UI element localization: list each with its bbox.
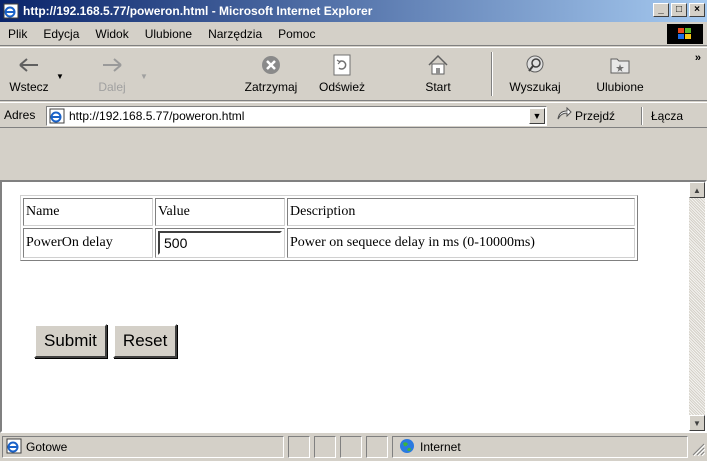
refresh-label: Odśwież (318, 80, 365, 94)
home-label: Start (425, 80, 451, 94)
status-zone-panel: Internet (392, 436, 688, 458)
browser-window: http://192.168.5.77/poweron.html - Micro… (0, 0, 707, 461)
menu-bar: Plik Edycja Widok Ulubione Narzędzia Pom… (0, 22, 707, 46)
window-title: http://192.168.5.77/poweron.html - Micro… (23, 4, 373, 18)
table-row: PowerOn delay Power on sequece delay in … (23, 228, 635, 258)
stop-button[interactable]: Zatrzymaj (228, 50, 314, 100)
table-header-row: Name Value Description (23, 198, 635, 226)
search-icon (522, 53, 548, 77)
status-panel (366, 436, 388, 458)
resize-grip-icon[interactable] (691, 442, 706, 459)
toolbar-more-icon[interactable]: » (695, 52, 701, 64)
maximize-icon: □ (675, 4, 683, 15)
refresh-button[interactable]: Odśwież (314, 50, 370, 100)
home-button[interactable]: Start (416, 50, 460, 100)
address-url[interactable]: http://192.168.5.77/poweron.html (69, 109, 244, 123)
scroll-down-icon[interactable]: ▼ (689, 415, 705, 431)
menu-tools[interactable]: Narzędzia (200, 27, 270, 41)
form-buttons: Submit Reset (34, 324, 183, 358)
go-button[interactable]: Przejdź (556, 106, 616, 124)
standard-toolbar: Wstecz ▼ Dalej ▼ Zatrzymaj Odśwież Start… (0, 47, 707, 101)
menu-file[interactable]: Plik (0, 27, 35, 41)
status-panel (314, 436, 336, 458)
address-dropdown-icon[interactable]: ▼ (529, 108, 545, 124)
status-panel-main: Gotowe (2, 436, 284, 458)
address-bar: Adres http://192.168.5.77/poweron.html ▼… (0, 102, 707, 128)
menu-view[interactable]: Widok (87, 27, 136, 41)
minimize-button[interactable]: _ (653, 3, 669, 17)
menu-edit[interactable]: Edycja (35, 27, 87, 41)
cell-description: Power on sequece delay in ms (0-10000ms) (287, 228, 635, 258)
header-name: Name (23, 198, 153, 226)
windows-logo-icon (667, 24, 703, 44)
search-label: Wyszukaj (509, 80, 561, 94)
go-label: Przejdź (575, 108, 616, 123)
zone-text: Internet (420, 440, 461, 454)
maximize-button[interactable]: □ (671, 3, 687, 17)
close-icon: × (694, 4, 700, 15)
title-bar[interactable]: http://192.168.5.77/poweron.html - Micro… (0, 0, 707, 22)
search-button[interactable]: Wyszukaj (503, 50, 567, 100)
home-icon (425, 53, 451, 77)
scroll-up-icon[interactable]: ▲ (689, 182, 705, 198)
ie-page-icon (49, 108, 65, 124)
status-text: Gotowe (26, 440, 68, 454)
page-content: Name Value Description PowerOn delay Pow… (20, 195, 638, 261)
cell-name: PowerOn delay (23, 228, 153, 258)
links-separator (641, 107, 643, 125)
header-value: Value (155, 198, 285, 226)
back-button[interactable]: Wstecz (4, 50, 54, 100)
back-arrow-icon (16, 53, 42, 77)
status-bar: Gotowe Internet (0, 434, 707, 461)
header-description: Description (287, 198, 635, 226)
window-controls: _ □ × (651, 3, 705, 17)
back-dropdown-icon[interactable]: ▼ (56, 72, 64, 81)
close-button[interactable]: × (689, 3, 705, 17)
stop-label: Zatrzymaj (244, 80, 298, 94)
minimize-icon: _ (658, 4, 664, 15)
toolbar-separator (491, 52, 493, 96)
vertical-scrollbar[interactable]: ▲ ▼ (689, 182, 705, 431)
menu-help[interactable]: Pomoc (270, 27, 323, 41)
ie-page-icon (6, 438, 22, 457)
forward-arrow-icon (99, 53, 125, 77)
cell-value (155, 228, 285, 258)
favorites-label: Ulubione (596, 80, 644, 94)
ie-page-icon[interactable] (3, 3, 19, 19)
favorites-button[interactable]: Ulubione (588, 50, 652, 100)
menu-favorites[interactable]: Ulubione (137, 27, 200, 41)
settings-table: Name Value Description PowerOn delay Pow… (20, 195, 638, 261)
globe-icon (399, 438, 415, 457)
forward-label: Dalej (98, 80, 126, 94)
reset-button[interactable]: Reset (112, 324, 178, 358)
address-input[interactable]: http://192.168.5.77/poweron.html ▼ (46, 106, 547, 126)
refresh-icon (329, 53, 355, 77)
poweron-delay-input[interactable] (158, 231, 282, 255)
forward-dropdown-icon[interactable]: ▼ (140, 72, 148, 81)
status-panel (340, 436, 362, 458)
go-arrow-icon (556, 106, 572, 124)
favorites-icon (607, 53, 633, 77)
submit-button[interactable]: Submit (34, 324, 107, 358)
links-button[interactable]: Łącza (651, 109, 683, 123)
address-label: Adres (4, 108, 36, 122)
stop-icon (258, 53, 284, 77)
status-panel (288, 436, 310, 458)
back-label: Wstecz (9, 80, 49, 94)
